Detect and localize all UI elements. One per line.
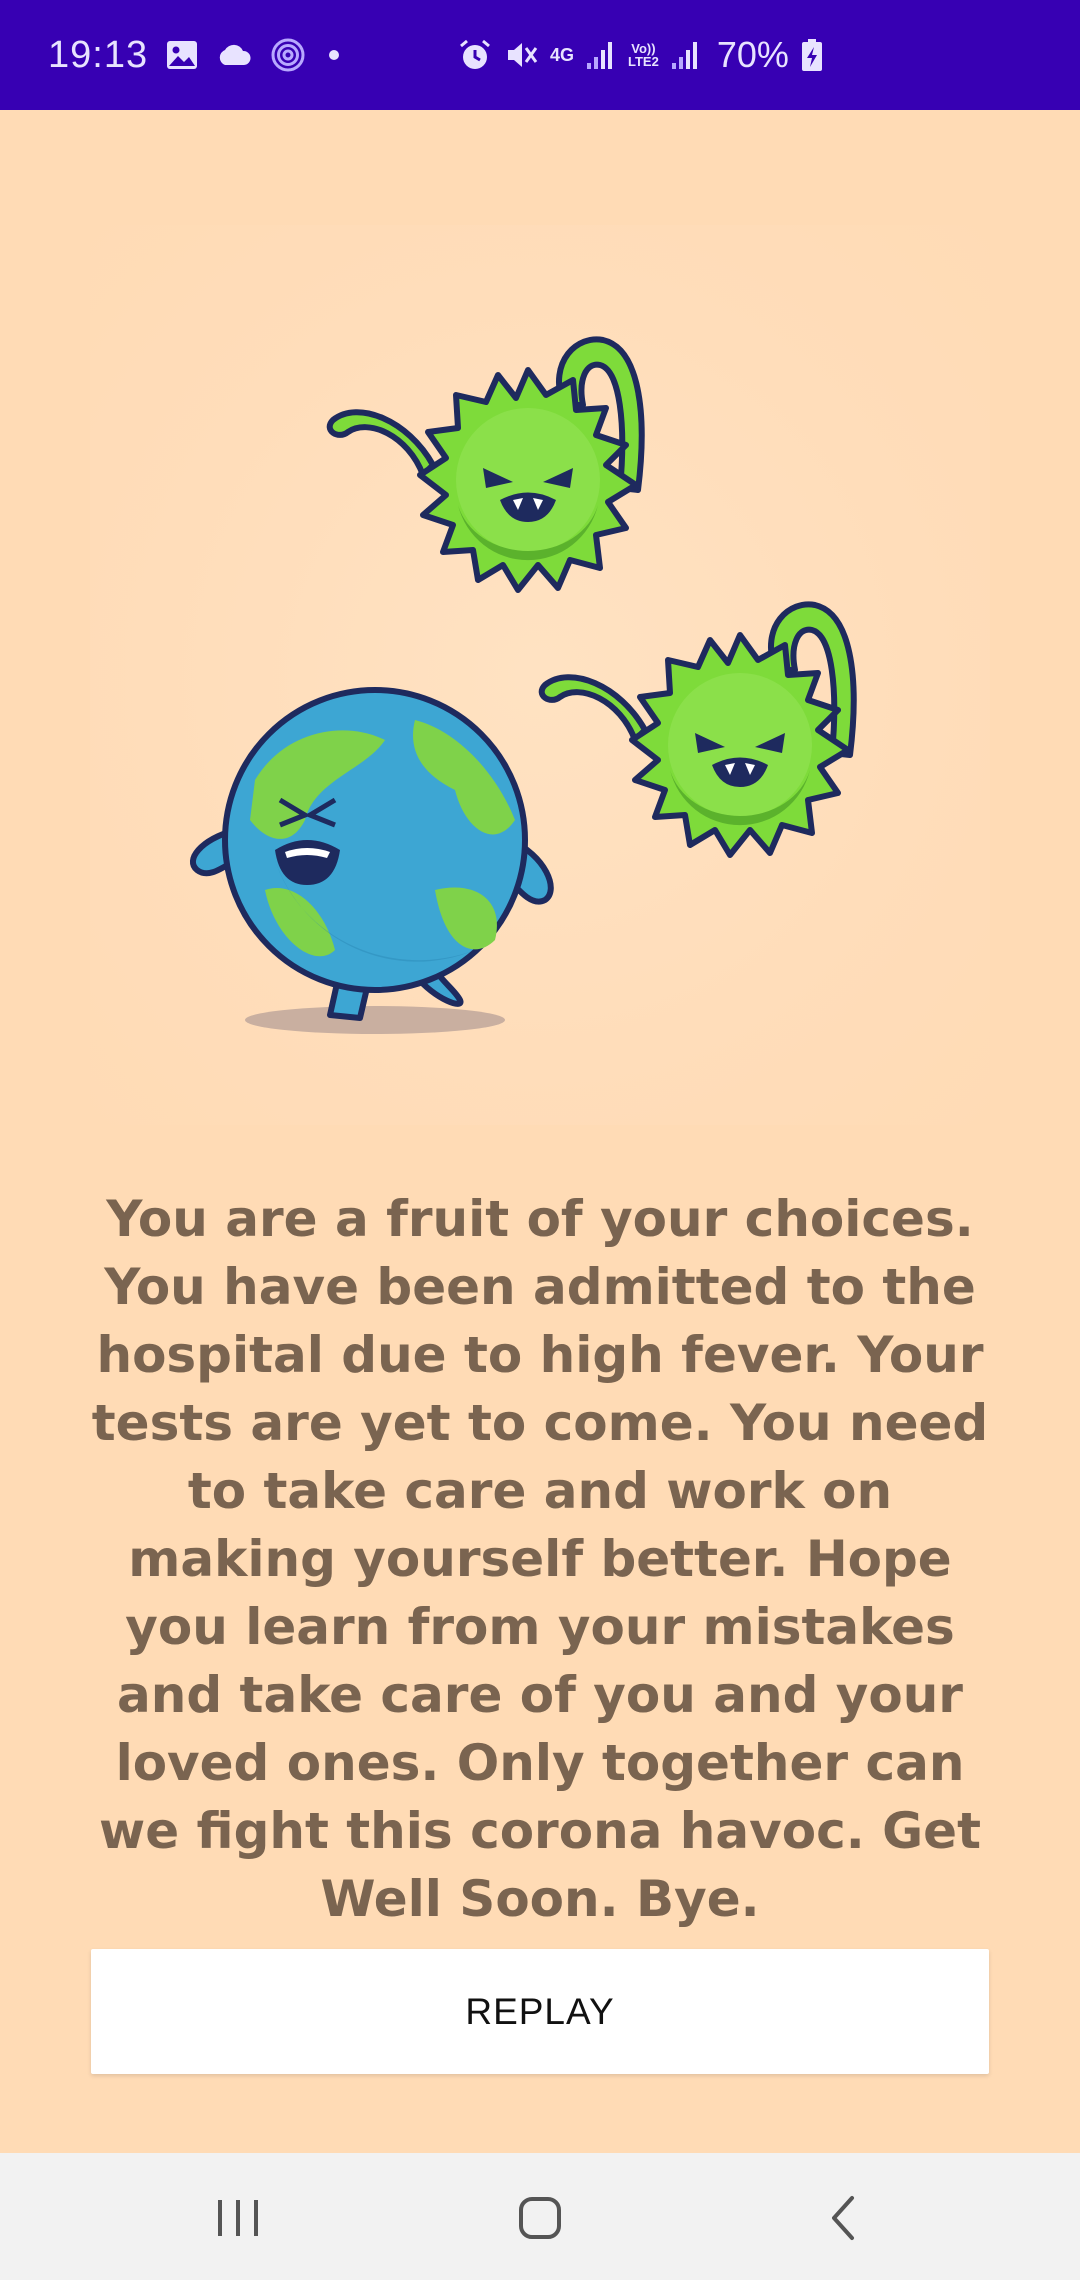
status-time: 19:13 — [48, 33, 149, 76]
mute-icon — [504, 38, 538, 72]
network-type: 4G — [550, 45, 575, 65]
replay-button[interactable]: REPLAY — [91, 1949, 989, 2074]
result-message: You are a fruit of your choices. You hav… — [91, 1190, 989, 1928]
status-bar: 19:13 4G Vo)) LTE2 70% — [0, 0, 1080, 110]
home-icon[interactable] — [505, 2183, 575, 2253]
lte-label: Vo)) LTE2 — [628, 41, 659, 69]
recent-apps-icon[interactable] — [203, 2183, 273, 2253]
virus-icon — [538, 601, 857, 858]
cloud-icon — [216, 43, 252, 67]
dot-icon — [324, 45, 344, 65]
signal-icon — [586, 39, 616, 71]
alarm-icon — [458, 38, 492, 72]
battery-charging-icon — [801, 38, 823, 72]
battery-percent: 70% — [716, 34, 789, 75]
signal-icon — [671, 39, 701, 71]
back-icon[interactable] — [808, 2183, 878, 2253]
gallery-icon — [166, 40, 198, 70]
hotspot-icon — [270, 37, 306, 73]
earth-icon — [189, 687, 554, 1034]
virus-icon — [326, 336, 645, 593]
illustration — [90, 225, 990, 1125]
